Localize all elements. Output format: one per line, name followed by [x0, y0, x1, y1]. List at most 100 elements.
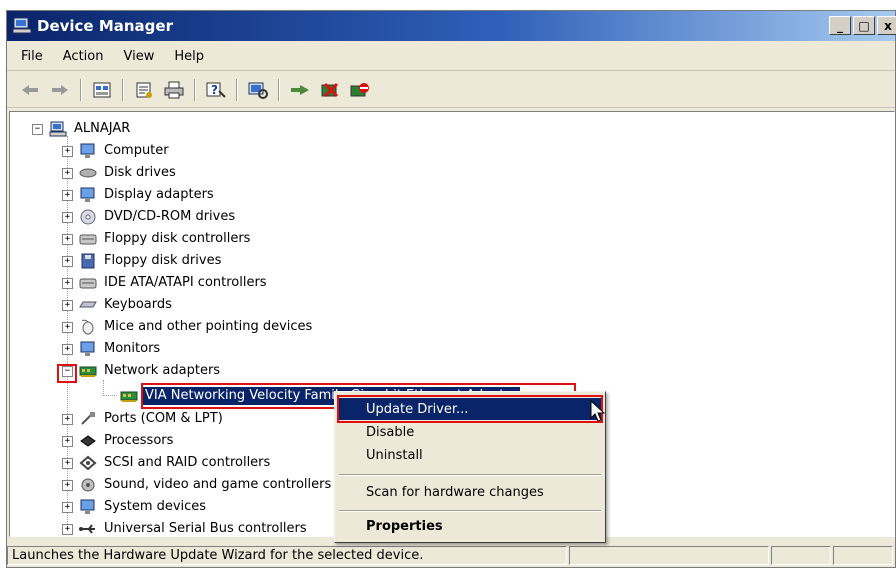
menu-separator — [339, 474, 601, 476]
tree-item-sound[interactable]: + Sound, video and game controllers — [62, 474, 333, 496]
tree-item-display-adapters[interactable]: + Display adapters — [62, 184, 216, 206]
menu-help[interactable]: Help — [164, 46, 214, 68]
expand-expander[interactable]: + — [62, 501, 73, 513]
expand-expander[interactable]: + — [62, 255, 73, 267]
forward-button[interactable] — [48, 78, 72, 102]
status-panel — [833, 545, 893, 565]
tree-item-mice[interactable]: + Mice and other pointing devices — [62, 316, 314, 338]
expand-expander[interactable]: + — [62, 413, 73, 425]
computer-icon — [49, 121, 67, 137]
menu-view[interactable]: View — [113, 46, 164, 68]
tree-root-label: ALNAJAR — [74, 121, 131, 136]
tree-item-label: IDE ATA/ATAPI controllers — [104, 275, 267, 290]
print-button[interactable] — [162, 78, 186, 102]
toolbar-separator — [236, 79, 238, 101]
uninstall-button[interactable] — [318, 78, 342, 102]
expand-expander[interactable]: + — [62, 343, 73, 355]
expand-expander[interactable]: + — [62, 211, 73, 223]
properties-label: Properties — [366, 518, 443, 534]
tree-item-floppy-drives[interactable]: + Floppy disk drives — [62, 250, 223, 272]
window-title: Device Manager — [37, 17, 173, 35]
expand-expander[interactable]: + — [62, 299, 73, 311]
update-driver-icon — [291, 85, 309, 95]
controller-icon — [79, 234, 97, 245]
scan-hardware-menu-item[interactable]: Scan for hardware changes — [338, 481, 602, 503]
properties-button[interactable] — [132, 78, 156, 102]
tree-item-system-devices[interactable]: + System devices — [62, 496, 208, 518]
menu-action[interactable]: Action — [53, 46, 114, 68]
tree-item-monitors[interactable]: + Monitors — [62, 338, 162, 360]
maximize-button[interactable]: □ — [853, 16, 875, 35]
tree-item-ide-controllers[interactable]: + IDE ATA/ATAPI controllers — [62, 272, 269, 294]
close-button[interactable]: x — [877, 16, 896, 35]
expand-expander[interactable]: + — [62, 167, 73, 179]
tree-item-network-adapters[interactable]: − Network adapters — [62, 360, 222, 382]
expand-expander[interactable]: + — [62, 189, 73, 201]
tree-item-computer[interactable]: + Computer — [62, 140, 171, 162]
status-text: Launches the Hardware Update Wizard for … — [7, 545, 567, 565]
uninstall-icon — [321, 82, 339, 98]
expand-expander[interactable]: + — [62, 145, 73, 157]
tree-item-dvd-drives[interactable]: + DVD/CD-ROM drives — [62, 206, 237, 228]
expand-expander[interactable]: + — [62, 435, 73, 447]
tree-item-usb[interactable]: + Universal Serial Bus controllers — [62, 518, 309, 536]
mouse-icon — [81, 319, 94, 335]
tree-item-label: Floppy disk controllers — [104, 231, 251, 246]
monitor-icon — [80, 143, 95, 158]
toolbar-separator — [194, 79, 196, 101]
menu-bar: File Action View Help — [7, 44, 895, 71]
title-bar[interactable]: Device Manager _ □ x — [7, 11, 896, 41]
svg-text:?: ? — [211, 83, 218, 97]
monitor-icon — [80, 341, 95, 356]
scan-hardware-button[interactable] — [246, 78, 270, 102]
tree-item-processors[interactable]: + Processors — [62, 430, 175, 452]
floppy-icon — [81, 253, 95, 269]
properties-menu-item[interactable]: Properties — [338, 515, 602, 537]
tree-item-label: Mice and other pointing devices — [104, 319, 313, 334]
tree-item-label: SCSI and RAID controllers — [104, 455, 271, 470]
back-button[interactable] — [18, 78, 42, 102]
status-panel — [569, 545, 769, 565]
scsi-icon — [79, 455, 97, 471]
expand-expander[interactable]: + — [62, 479, 73, 491]
expand-expander[interactable]: + — [62, 457, 73, 469]
tree-item-label: Computer — [104, 143, 169, 158]
tree-item-keyboards[interactable]: + Keyboards — [62, 294, 174, 316]
toolbar: ? — [7, 73, 895, 108]
expand-expander[interactable]: + — [62, 523, 73, 535]
expand-expander[interactable]: + — [62, 277, 73, 289]
tree-item-ports[interactable]: + Ports (COM & LPT) — [62, 408, 225, 430]
collapse-expander[interactable]: − — [32, 123, 43, 135]
disk-drive-icon — [79, 168, 97, 178]
tree-item-label: Network adapters — [104, 363, 221, 378]
print-icon — [164, 81, 184, 99]
tree-item-floppy-controllers[interactable]: + Floppy disk controllers — [62, 228, 252, 250]
expand-expander[interactable]: + — [62, 233, 73, 245]
disable-button[interactable] — [348, 78, 372, 102]
menu-file[interactable]: File — [11, 46, 53, 68]
minimize-button[interactable]: _ — [829, 16, 851, 35]
processor-icon — [80, 435, 96, 447]
menu-separator — [339, 510, 601, 512]
tree-item-label: Processors — [104, 433, 174, 448]
tree-line — [103, 380, 104, 396]
help-icon: ? — [206, 82, 226, 98]
view-button[interactable] — [90, 78, 114, 102]
tree-line — [103, 395, 117, 396]
tree-root[interactable]: − ALNAJAR — [32, 118, 132, 140]
tree-item-label: System devices — [104, 499, 207, 514]
update-driver-highlight-box — [337, 395, 603, 423]
tree-item-label: Floppy disk drives — [104, 253, 222, 268]
scan-icon — [248, 82, 268, 99]
expand-expander[interactable]: + — [62, 321, 73, 333]
usb-icon — [79, 524, 95, 534]
tree-item-scsi[interactable]: + SCSI and RAID controllers — [62, 452, 272, 474]
help-button[interactable]: ? — [204, 78, 228, 102]
update-driver-button[interactable] — [288, 78, 312, 102]
controller-icon — [79, 278, 97, 289]
disable-menu-item[interactable]: Disable — [338, 421, 602, 443]
uninstall-label: Uninstall — [366, 447, 423, 463]
toolbar-separator — [122, 79, 124, 101]
tree-item-disk-drives[interactable]: + Disk drives — [62, 162, 178, 184]
uninstall-menu-item[interactable]: Uninstall — [338, 444, 602, 466]
